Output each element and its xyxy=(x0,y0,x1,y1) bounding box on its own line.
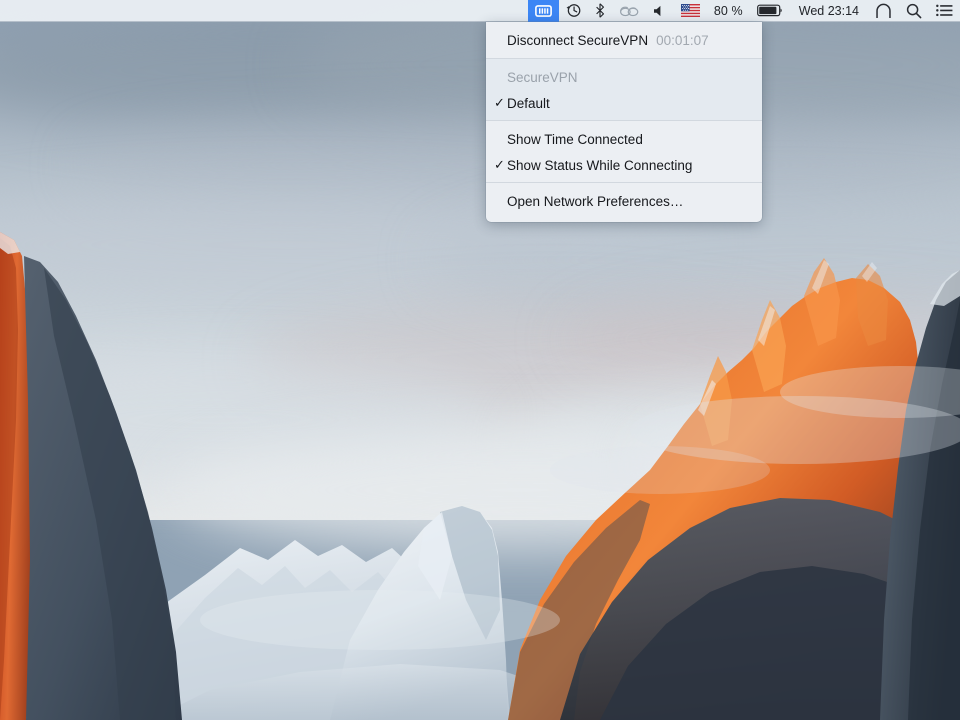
notification-center-icon[interactable] xyxy=(868,0,899,22)
desktop-wallpaper[interactable] xyxy=(0,0,960,720)
time-machine-icon[interactable] xyxy=(559,0,588,22)
vpn-icon-glyph xyxy=(535,5,552,17)
menu-section: Open Network Preferences… xyxy=(486,183,762,218)
battery-icon-glyph xyxy=(757,4,783,17)
menu-item-label: Show Time Connected xyxy=(507,132,643,147)
check-icon: ✓ xyxy=(492,157,507,173)
battery-status[interactable]: 80 % xyxy=(707,0,750,22)
vpn-icon[interactable] xyxy=(528,0,559,22)
clock-icon-glyph xyxy=(566,3,581,18)
menu-item-disconnect-securevpn[interactable]: Disconnect SecureVPN 00:01:07 xyxy=(486,27,762,54)
us-flag-icon-glyph xyxy=(681,4,700,17)
menu-item-label: Open Network Preferences… xyxy=(507,194,683,209)
clock-label[interactable]: Wed 23:14 xyxy=(790,4,868,18)
menu-item-config-default[interactable]: ✓Default xyxy=(486,90,762,116)
menu-item-securevpn-group-header: SecureVPN xyxy=(486,64,762,90)
battery-icon[interactable] xyxy=(750,0,790,22)
menu-item-label: SecureVPN xyxy=(507,70,578,85)
menu-item-open-network-preferences[interactable]: Open Network Preferences… xyxy=(486,188,762,214)
input-source-flag-icon[interactable] xyxy=(674,0,707,22)
menu-section: Show Time Connected✓Show Status While Co… xyxy=(486,121,762,182)
battery-percent-label: 80 % xyxy=(714,0,743,22)
bluetooth-icon-glyph xyxy=(595,3,605,18)
bluetooth-icon[interactable] xyxy=(588,0,612,22)
menu-item-label: Show Status While Connecting xyxy=(507,158,692,173)
menu-bar[interactable]: 80 % Wed 23:14 xyxy=(0,0,960,22)
menu-item-label: Default xyxy=(507,96,550,111)
volume-icon[interactable] xyxy=(646,0,674,22)
vpn-status-menu[interactable]: Disconnect SecureVPN00:01:07SecureVPN✓De… xyxy=(486,22,762,222)
mountain-scene xyxy=(0,0,960,720)
menu-item-show-time-connected[interactable]: Show Time Connected xyxy=(486,126,762,152)
glasses-icon-glyph xyxy=(619,5,639,17)
eyeglasses-icon[interactable] xyxy=(612,0,646,22)
menu-section: Disconnect SecureVPN 00:01:07 xyxy=(486,22,762,58)
connection-timer: 00:01:07 xyxy=(656,33,709,48)
menu-item-show-status-while-connecting[interactable]: ✓Show Status While Connecting xyxy=(486,152,762,178)
search-icon-glyph xyxy=(906,3,922,19)
menu-section: SecureVPN✓Default xyxy=(486,59,762,120)
list-icon[interactable] xyxy=(929,0,960,22)
notification-center-icon-glyph xyxy=(875,3,892,18)
speaker-icon-glyph xyxy=(653,4,667,18)
list-icon-glyph xyxy=(936,4,953,17)
check-icon: ✓ xyxy=(492,95,507,111)
search-icon[interactable] xyxy=(899,0,929,22)
menu-item-label: Disconnect SecureVPN xyxy=(507,33,648,48)
